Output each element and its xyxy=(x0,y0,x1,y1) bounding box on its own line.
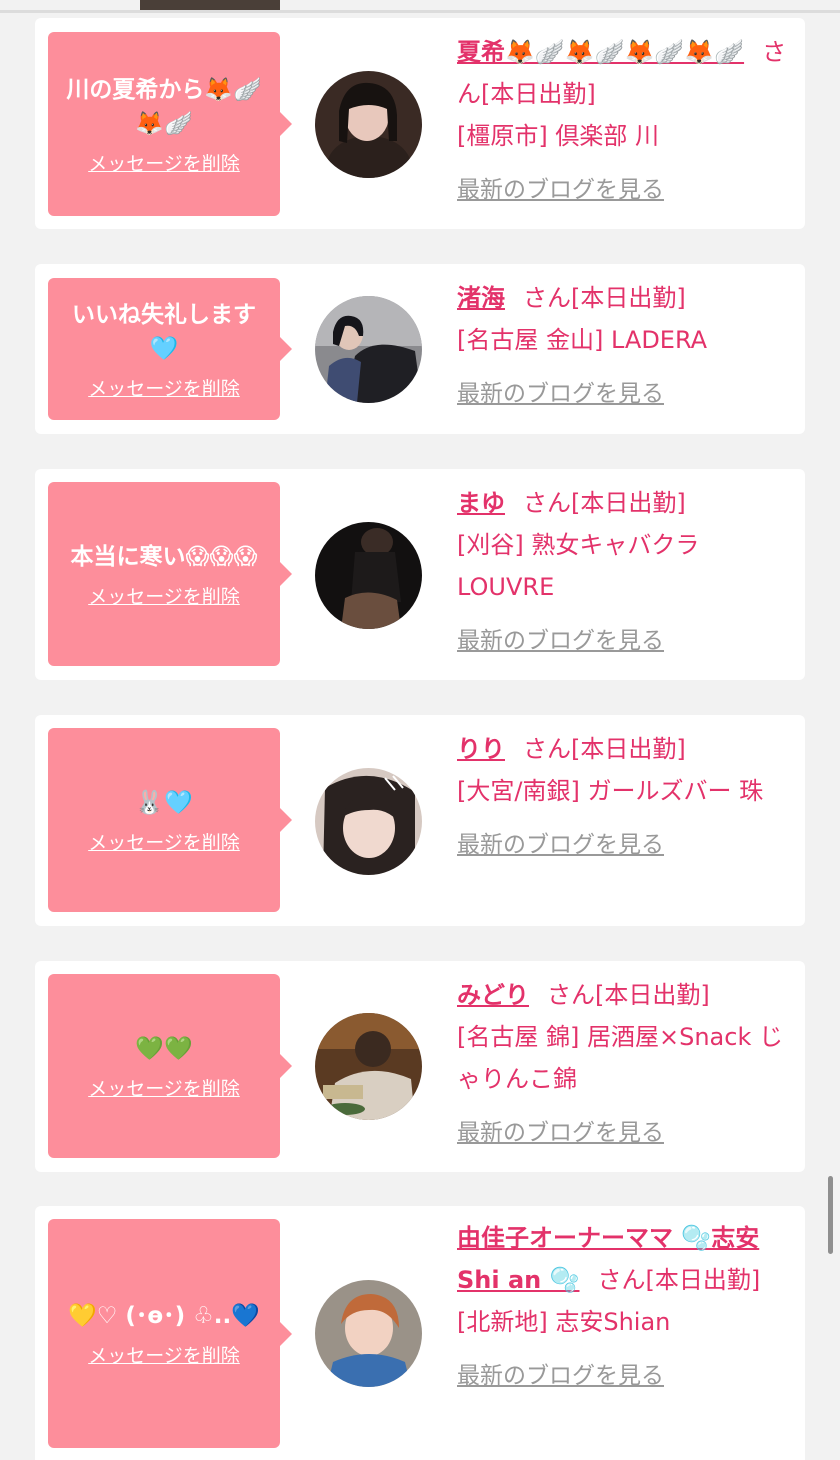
avatar-photo xyxy=(315,1013,422,1120)
avatar[interactable] xyxy=(315,1280,422,1387)
shop-name: [名古屋 錦] 居酒屋×Snack じゃりんこ錦 xyxy=(457,1023,783,1093)
status-label: さん[本日出勤] xyxy=(523,284,686,312)
scrollbar-thumb[interactable] xyxy=(828,1176,833,1254)
latest-blog-link[interactable]: 最新のブログを見る xyxy=(457,169,792,211)
shop-name: [名古屋 金山] LADERA xyxy=(457,326,708,354)
message-card: 💚💚 メッセージを削除 みどり さん[本日出勤] [名古屋 錦] 居酒屋×Snac… xyxy=(35,961,805,1172)
avatar[interactable] xyxy=(315,522,422,629)
latest-blog-link[interactable]: 最新のブログを見る xyxy=(457,1112,792,1154)
profile-name-link[interactable]: 渚海 xyxy=(457,284,505,312)
message-bubble: 川の夏希から🦊🪽🦊🪽 メッセージを削除 xyxy=(48,32,292,216)
avatar[interactable] xyxy=(315,768,422,875)
message-text: 💛♡ (･ө･) ♧..💙 xyxy=(68,1303,260,1329)
profile-name-link[interactable]: まゆ xyxy=(457,489,505,517)
profile-name-link[interactable]: りり xyxy=(457,735,505,763)
profile-info: まゆ さん[本日出勤] [刈谷] 熟女キャバクラ LOUVRE 最新のブログを見る xyxy=(457,482,792,662)
message-card: 川の夏希から🦊🪽🦊🪽 メッセージを削除 夏希🦊🪽🦊🪽🦊🪽🦊🪽 さん[本日出勤] [… xyxy=(35,18,805,229)
message-bubble: 💚💚 メッセージを削除 xyxy=(48,974,292,1158)
message-card: 🐰🩵 メッセージを削除 りり さん[本日出勤] [大宮/南銀] ガールズバー 珠 … xyxy=(35,715,805,926)
profile-info: 渚海 さん[本日出勤] [名古屋 金山] LADERA 最新のブログを見る xyxy=(457,277,792,415)
message-bubble: 💛♡ (･ө･) ♧..💙 メッセージを削除 xyxy=(48,1219,292,1448)
active-tab-indicator xyxy=(140,0,280,10)
latest-blog-link[interactable]: 最新のブログを見る xyxy=(457,1355,792,1397)
delete-message-button[interactable]: メッセージを削除 xyxy=(88,149,240,176)
latest-blog-link[interactable]: 最新のブログを見る xyxy=(457,620,792,662)
avatar-photo xyxy=(315,768,422,875)
shop-name: [刈谷] 熟女キャバクラ LOUVRE xyxy=(457,531,700,601)
avatar-photo xyxy=(315,1280,422,1387)
message-bubble: 本当に寒い😱😱😱 メッセージを削除 xyxy=(48,482,292,666)
message-text: 川の夏希から🦊🪽🦊🪽 xyxy=(66,76,262,137)
profile-info: 夏希🦊🪽🦊🪽🦊🪽🦊🪽 さん[本日出勤] [橿原市] 倶楽部 川 最新のブログを見る xyxy=(457,31,792,211)
delete-message-button[interactable]: メッセージを削除 xyxy=(88,1341,240,1368)
latest-blog-link[interactable]: 最新のブログを見る xyxy=(457,373,792,415)
profile-name-link[interactable]: 夏希🦊🪽🦊🪽🦊🪽🦊🪽 xyxy=(457,38,744,66)
shop-name: [北新地] 志安Shian xyxy=(457,1308,671,1336)
message-card: 💛♡ (･ө･) ♧..💙 メッセージを削除 由佳子オーナーママ 🫧志安 Shi… xyxy=(35,1206,805,1460)
delete-message-button[interactable]: メッセージを削除 xyxy=(88,582,240,609)
profile-info: みどり さん[本日出勤] [名古屋 錦] 居酒屋×Snack じゃりんこ錦 最新の… xyxy=(457,974,792,1154)
delete-message-button[interactable]: メッセージを削除 xyxy=(88,828,240,855)
avatar-photo xyxy=(315,71,422,178)
top-bar xyxy=(0,0,840,14)
message-text: 本当に寒い😱😱😱 xyxy=(70,543,258,570)
avatar[interactable] xyxy=(315,1013,422,1120)
avatar[interactable] xyxy=(315,71,422,178)
profile-name-link[interactable]: みどり xyxy=(457,981,529,1009)
message-bubble: 🐰🩵 メッセージを削除 xyxy=(48,728,292,912)
latest-blog-link[interactable]: 最新のブログを見る xyxy=(457,824,792,866)
message-card: いいね失礼します🩵 メッセージを削除 渚海 さん[本日出勤] [名古屋 金山] L… xyxy=(35,264,805,434)
status-label: さん[本日出勤] xyxy=(547,981,710,1009)
top-divider xyxy=(0,10,840,13)
delete-message-button[interactable]: メッセージを削除 xyxy=(88,1074,240,1101)
message-text: 🐰🩵 xyxy=(135,789,193,816)
avatar-photo xyxy=(315,296,422,403)
status-label: さん[本日出勤] xyxy=(523,489,686,517)
avatar[interactable] xyxy=(315,296,422,403)
profile-info: りり さん[本日出勤] [大宮/南銀] ガールズバー 珠 最新のブログを見る xyxy=(457,728,792,866)
message-card: 本当に寒い😱😱😱 メッセージを削除 まゆ さん[本日出勤] [刈谷] 熟女キャバク… xyxy=(35,469,805,680)
shop-name: [大宮/南銀] ガールズバー 珠 xyxy=(457,777,764,805)
message-bubble: いいね失礼します🩵 メッセージを削除 xyxy=(48,278,292,420)
avatar-photo xyxy=(315,522,422,629)
shop-name: [橿原市] 倶楽部 川 xyxy=(457,122,659,150)
status-label: さん[本日出勤] xyxy=(523,735,686,763)
message-text: 💚💚 xyxy=(135,1035,193,1062)
profile-info: 由佳子オーナーママ 🫧志安 Shi an 🫧 さん[本日出勤] [北新地] 志安S… xyxy=(457,1217,792,1397)
delete-message-button[interactable]: メッセージを削除 xyxy=(88,374,240,401)
status-label: さん[本日出勤] xyxy=(597,1266,761,1294)
message-text: いいね失礼します🩵 xyxy=(72,301,256,362)
